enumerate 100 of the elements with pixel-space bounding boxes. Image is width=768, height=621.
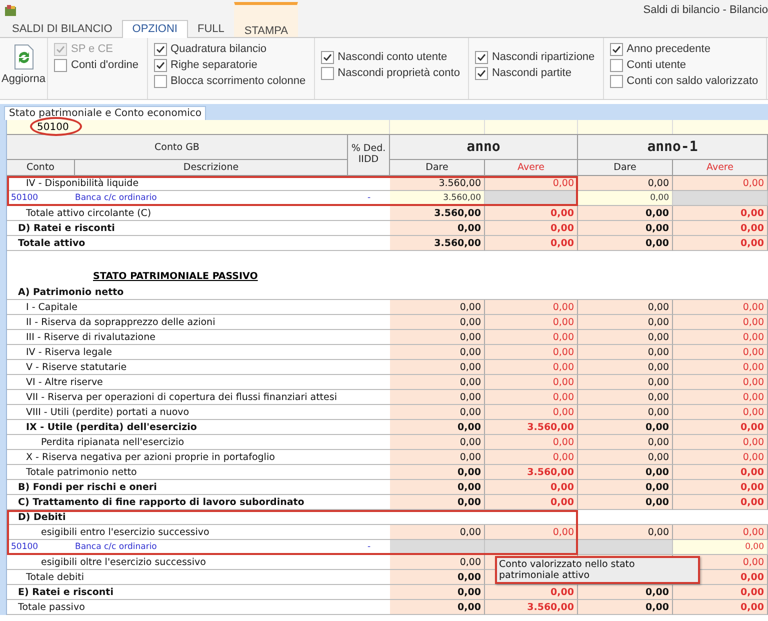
amount-cell: 0,00 — [390, 420, 485, 435]
amount-cell: 0,00 — [673, 495, 768, 510]
checkbox[interactable] — [54, 58, 67, 72]
row-label: Totale debiti — [26, 572, 84, 582]
checkbox-label[interactable]: Nascondi partite — [492, 67, 572, 79]
amount-cell: 3.560,00 — [485, 465, 578, 480]
row-label: C) Trattamento di fine rapporto di lavoro subordinato — [18, 496, 304, 508]
amount-input[interactable]: 0,00 — [578, 191, 673, 206]
amount-cell: 0,00 — [578, 495, 673, 510]
amount-cell: 0,00 — [485, 206, 578, 221]
amount-cell: 0,00 — [485, 360, 578, 375]
row-label: B) Fondi per rischi e oneri — [18, 482, 157, 492]
amount-cell: 0,00 — [673, 435, 768, 450]
amount-cell: 0,00 — [390, 435, 485, 450]
amount-cell: 0,00 — [390, 345, 485, 360]
amount-cell: 0,00 — [390, 375, 485, 390]
document-tab[interactable]: Stato patrimoniale e Conto economico — [4, 106, 206, 120]
checkbox-label[interactable]: Quadratura bilancio — [170, 43, 267, 55]
amount-cell: 0,00 — [673, 525, 768, 540]
amount-cell: 0,00 — [485, 435, 578, 450]
checkbox-label[interactable]: Conti d'ordine — [71, 59, 139, 71]
checkbox-label[interactable]: Anno precedente — [626, 43, 710, 55]
ribbon-tab[interactable]: SALDI DI BILANCIO — [2, 20, 122, 37]
column-header: Conto GB — [7, 135, 348, 160]
column-header: Conto — [7, 160, 75, 176]
amount-cell: 0,00 — [673, 236, 768, 251]
amount-cell: 0,00 — [578, 420, 673, 435]
amount-cell: 0,00 — [673, 465, 768, 480]
amount-cell: 0,00 — [578, 315, 673, 330]
amount-cell: 0,00 — [578, 221, 673, 236]
checkbox-label[interactable]: Nascondi conto utente — [338, 51, 448, 63]
refresh-button[interactable]: Aggiorna — [0, 38, 48, 99]
checkbox[interactable] — [610, 42, 623, 56]
amount-cell: 0,00 — [578, 585, 673, 600]
amount-cell: 0,00 — [578, 390, 673, 405]
checkbox-label[interactable]: Righe separatorie — [170, 59, 258, 71]
amount-cell: 0,00 — [673, 480, 768, 495]
amount-cell: 0,00 — [673, 360, 768, 375]
amount-cell: 0,00 — [390, 585, 485, 600]
amount-cell: 0,00 — [485, 495, 578, 510]
amount-cell: 0,00 — [578, 525, 673, 540]
amount-cell: 0,00 — [485, 315, 578, 330]
filter-value[interactable]: 50100 — [37, 122, 69, 132]
checkbox-label[interactable]: Conti utente — [626, 59, 686, 71]
amount-cell: 0,00 — [673, 390, 768, 405]
checkbox[interactable] — [320, 66, 334, 80]
checkbox[interactable] — [610, 74, 623, 88]
amount-cell: 0,00 — [673, 330, 768, 345]
row-label: VIII - Utili (perdite) portati a nuovo — [26, 406, 190, 418]
row-label: V - Riserve statutarie — [26, 362, 127, 372]
amount-cell: 0,00 — [485, 450, 578, 465]
amount-cell: 0,00 — [390, 330, 485, 345]
amount-cell: 0,00 — [578, 465, 673, 480]
row-label: Totale patrimonio netto — [26, 466, 137, 478]
amount-cell: 0,00 — [390, 450, 485, 465]
amount-cell: 0,00 — [673, 600, 768, 615]
amount-cell: 0,00 — [578, 330, 673, 345]
row-label: D) Ratei e risconti — [18, 222, 115, 234]
row-label: IV - Disponibilità liquide — [26, 178, 139, 188]
amount-cell: 0,00 — [390, 480, 485, 495]
amount-cell: 0,00 — [390, 315, 485, 330]
checkbox-label[interactable]: Conti con saldo valorizzato — [626, 75, 758, 87]
account-code: 50100 — [7, 191, 75, 206]
ribbon-tab[interactable]: FULL — [188, 20, 234, 37]
amount-cell: 0,00 — [485, 525, 578, 540]
amount-input[interactable]: 0,00 — [673, 540, 768, 555]
row-label: I - Capitale — [26, 302, 78, 312]
amount-cell: 0,00 — [578, 176, 673, 191]
row-label: Totale attivo — [18, 238, 86, 248]
row-label: E) Ratei e risconti — [18, 586, 114, 598]
row-label: esigibili oltre l'esercizio successivo — [41, 556, 206, 568]
checkbox[interactable] — [154, 42, 167, 56]
ribbon-tab[interactable]: OPZIONI — [122, 20, 188, 38]
ribbon-tab[interactable]: STAMPA — [234, 2, 298, 37]
checkbox-label[interactable]: Nascondi proprietà conto — [338, 67, 460, 79]
amount-cell: 3.560,00 — [485, 420, 578, 435]
checkbox[interactable] — [474, 50, 488, 64]
checkbox[interactable] — [474, 66, 488, 80]
amount-cell: 0,00 — [673, 221, 768, 236]
checkbox[interactable] — [154, 58, 167, 72]
amount-cell: 0,00 — [578, 450, 673, 465]
column-header: anno — [390, 135, 578, 160]
row-label: Perdita ripianata nell'esercizio — [41, 436, 184, 448]
checkbox[interactable] — [610, 58, 623, 72]
account-description: Banca c/c ordinario — [75, 191, 348, 206]
amount-cell: 0,00 — [485, 236, 578, 251]
amount-cell: 0,00 — [673, 450, 768, 465]
amount-cell: 0,00 — [673, 345, 768, 360]
amount-cell: 0,00 — [485, 480, 578, 495]
row-label: D) Debiti — [18, 512, 66, 522]
row-label: esigibili entro l'esercizio successivo — [41, 526, 210, 538]
amount-cell: 0,00 — [485, 405, 578, 420]
amount-cell: 0,00 — [578, 360, 673, 375]
checkbox-label[interactable]: Nascondi ripartizione — [492, 51, 595, 63]
amount-cell: 0,00 — [578, 300, 673, 315]
checkbox-label[interactable]: Blocca scorrimento colonne — [170, 75, 306, 87]
amount-cell: 0,00 — [485, 390, 578, 405]
checkbox[interactable] — [154, 74, 167, 88]
checkbox[interactable] — [320, 50, 334, 64]
row-label: III - Riserve di rivalutazione — [26, 332, 156, 342]
